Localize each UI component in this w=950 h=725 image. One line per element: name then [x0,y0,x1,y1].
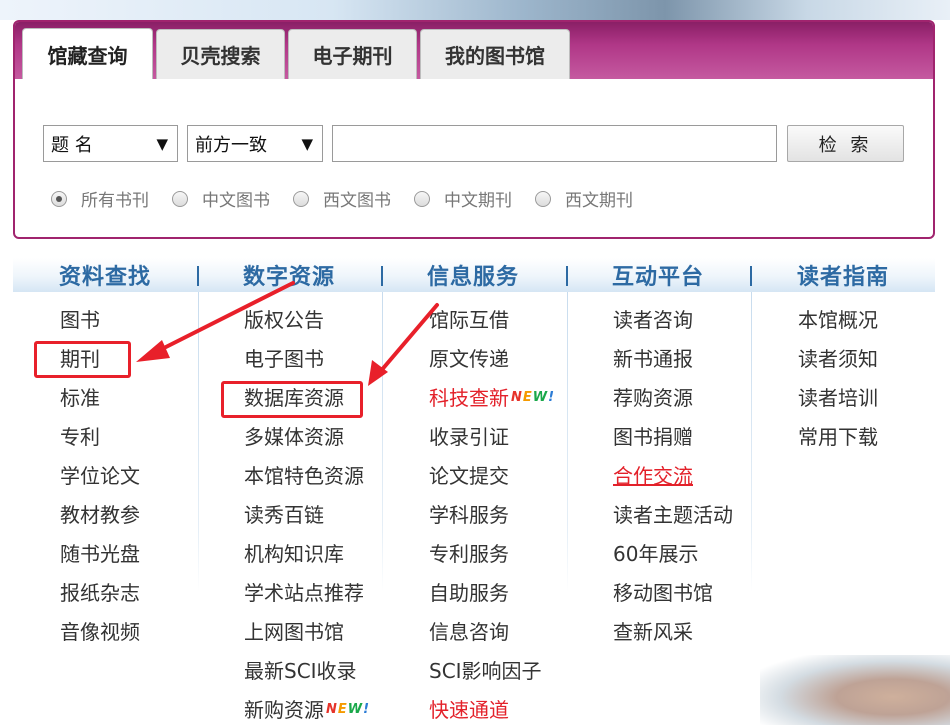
annotation-arrows [136,281,439,386]
arrow-to-databases [368,303,439,386]
arrow-to-journals [136,281,295,362]
